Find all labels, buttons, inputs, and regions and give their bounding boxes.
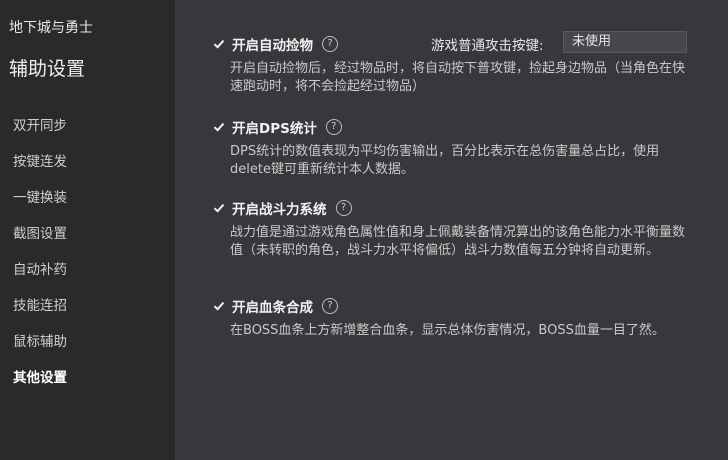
help-icon[interactable]: ? <box>335 200 352 216</box>
section-title: 辅助设置 <box>9 58 86 80</box>
sidebar-item-key-repeat[interactable]: 按键连发 <box>0 144 175 180</box>
help-icon[interactable]: ? <box>325 119 342 135</box>
hp-bar-label: 开启血条合成 <box>232 300 313 316</box>
checkmark-icon <box>213 301 225 311</box>
sidebar-item-dual-sync[interactable]: 双开同步 <box>0 108 175 144</box>
hp-bar-checkbox[interactable] <box>211 298 227 314</box>
help-icon[interactable]: ? <box>322 298 338 314</box>
sidebar-item-mouse-assist[interactable]: 鼠标辅助 <box>0 324 175 360</box>
checkmark-icon <box>213 122 225 132</box>
sidebar-item-quick-equip[interactable]: 一键换装 <box>0 180 175 216</box>
auto-pickup-label: 开启自动捡物 <box>232 38 313 54</box>
auto-pickup-checkbox[interactable] <box>211 36 227 52</box>
sidebar: 地下城与勇士 辅助设置 双开同步 按键连发 一键换装 截图设置 自动补药 技能连… <box>0 0 175 460</box>
sidebar-item-auto-potion[interactable]: 自动补药 <box>0 252 175 288</box>
dps-checkbox[interactable] <box>211 119 227 135</box>
dps-description: DPS统计的数值表现为平均伤害输出，百分比表示在总伤害量总占比，使用delete… <box>230 144 660 177</box>
sidebar-item-other-settings[interactable]: 其他设置 <box>0 360 175 396</box>
setting-hp-bar: 开启血条合成 ? 在BOSS血条上方新增整合血条，显示总体伤害情况，BOSS血量… <box>211 295 711 340</box>
dps-label: 开启DPS统计 <box>232 121 317 137</box>
checkmark-icon <box>213 203 225 213</box>
sidebar-nav: 双开同步 按键连发 一键换装 截图设置 自动补药 技能连招 鼠标辅助 其他设置 <box>0 108 175 396</box>
app-title: 地下城与勇士 <box>9 20 93 36</box>
setting-dps: 开启DPS统计 ? DPS统计的数值表现为平均伤害输出，百分比表示在总伤害量总占… <box>211 116 711 179</box>
sidebar-item-screenshot[interactable]: 截图设置 <box>0 216 175 252</box>
hp-bar-description: 在BOSS血条上方新增整合血条，显示总体伤害情况，BOSS血量一目了然。 <box>230 323 665 338</box>
attack-key-label: 游戏普通攻击按键: <box>431 38 544 54</box>
checkmark-icon <box>213 39 225 49</box>
power-checkbox[interactable] <box>211 200 227 216</box>
power-description: 战力值是通过游戏角色属性值和身上佩戴装备情况算出的该角色能力水平衡量数值（未转职… <box>230 225 686 258</box>
auto-pickup-description: 开启自动捡物后，经过物品时，将自动按下普攻键，捡起身边物品（当角色在快速跑动时，… <box>230 61 686 94</box>
help-icon[interactable]: ? <box>322 36 338 52</box>
attack-key-input[interactable]: 未使用 <box>563 31 687 53</box>
sidebar-item-skill-combo[interactable]: 技能连招 <box>0 288 175 324</box>
setting-power: 开启战斗力系统 ? 战力值是通过游戏角色属性值和身上佩戴装备情况算出的该角色能力… <box>211 197 711 260</box>
power-label: 开启战斗力系统 <box>232 202 327 218</box>
main-panel: 开启自动捡物 ? 开启自动捡物后，经过物品时，将自动按下普攻键，捡起身边物品（当… <box>175 0 728 460</box>
